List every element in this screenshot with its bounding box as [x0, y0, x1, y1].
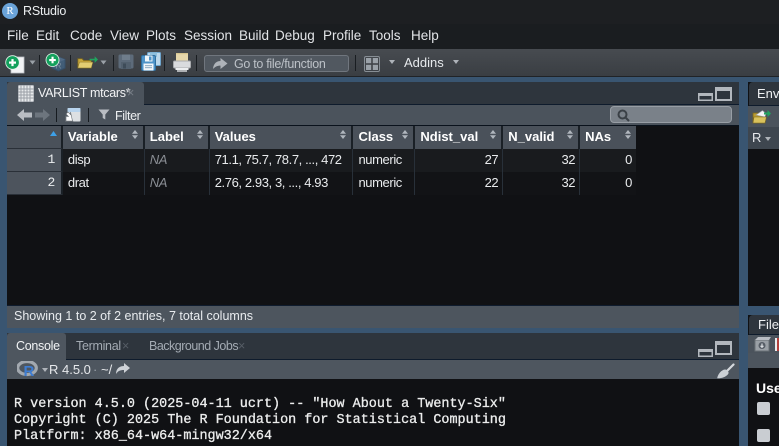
svg-text:R: R: [24, 363, 35, 378]
